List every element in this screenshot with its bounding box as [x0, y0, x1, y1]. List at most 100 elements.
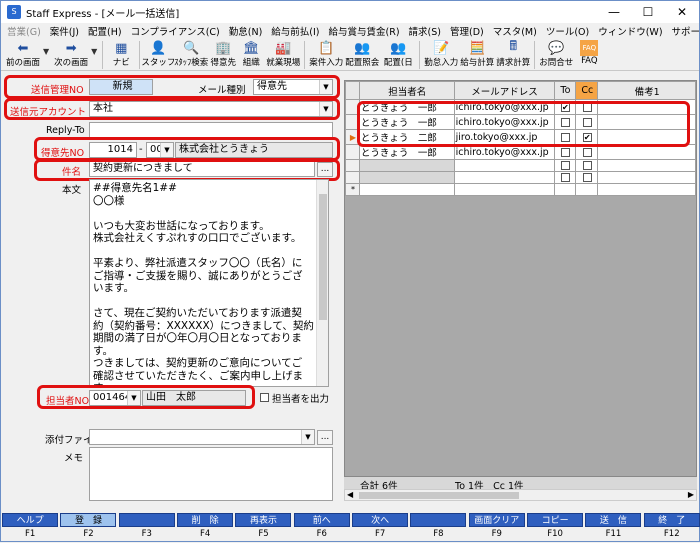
checkbox[interactable]	[582, 161, 592, 170]
row-indicator[interactable]	[345, 159, 360, 172]
fkey-label: F3	[141, 529, 152, 539]
close-button[interactable]: ✕	[665, 1, 699, 23]
fkey-button-f4[interactable]: 削 除	[177, 513, 234, 527]
toolbar-button[interactable]: 💬 お問合せ	[538, 39, 574, 71]
menu-item[interactable]: 案件(J)	[50, 24, 79, 38]
fkey-button-f6[interactable]: 前へ	[293, 513, 350, 527]
grid-header[interactable]: 備考1	[597, 81, 696, 100]
menu-item[interactable]: 勤怠(N)	[229, 24, 263, 38]
grid-header[interactable]: メールアドレス	[453, 81, 555, 100]
fkey-label: F6	[316, 529, 327, 539]
toolbar-button[interactable]: 👤 スタッフ	[141, 39, 175, 71]
reply-to-input[interactable]	[89, 122, 333, 138]
menu-item[interactable]: ツール(O)	[546, 24, 589, 38]
grid-hscrollbar[interactable]: ◀ ▶	[344, 489, 697, 501]
attach-browse-button[interactable]: ...	[317, 430, 333, 445]
grid-header[interactable]: 担当者名	[358, 81, 455, 100]
body-textarea[interactable]: ##得意先名1## 〇〇様 いつも大変お世話になっております。 株式会社えくすぷれす…	[89, 179, 329, 387]
fkey-button-f2[interactable]: 登 録	[60, 513, 117, 527]
checkbox[interactable]	[560, 173, 570, 182]
toolbar-button[interactable]: 🔍 ｽﾀｯﾌ検索	[173, 39, 209, 71]
chevron-down-icon[interactable]: ▼	[43, 47, 49, 56]
row-indicator[interactable]	[345, 144, 360, 160]
menu-item[interactable]: ウィンドウ(W)	[598, 24, 662, 38]
menu-item[interactable]: コンプライアンス(C)	[131, 24, 220, 38]
toolbar-button[interactable]: 👥 配置(日	[380, 39, 416, 71]
toolbar-button[interactable]: ⬅ 前の画面	[3, 39, 43, 71]
toolbar-button[interactable]: 🏢 得意先	[209, 39, 237, 71]
toolbar-button[interactable]: 👥 配置照会	[344, 39, 380, 71]
checkbox[interactable]	[582, 147, 592, 157]
toolbar-button[interactable]: 📝 勤怠入力	[423, 39, 459, 71]
fkey-button-f1[interactable]: ヘルプ	[2, 513, 59, 527]
fkey-button-f7[interactable]: 次へ	[352, 513, 409, 527]
fkey-button-f3[interactable]	[118, 513, 175, 527]
checkbox-cell[interactable]	[575, 171, 599, 184]
menu-item[interactable]: マスタ(M)	[493, 24, 537, 38]
chevron-down-icon[interactable]: ▼	[91, 47, 97, 56]
remarks-cell[interactable]	[597, 171, 696, 184]
attach-select[interactable]: ▼	[89, 429, 315, 445]
faq-icon: FAQ	[580, 40, 599, 56]
toolbar-button[interactable]: 🏭 就業現場	[265, 39, 301, 71]
toolbar-button[interactable]: 📋 案件入力	[308, 39, 344, 71]
toolbar-separator	[304, 41, 306, 69]
table-row[interactable]	[345, 159, 696, 172]
menu-item[interactable]: 営業(G)	[7, 24, 41, 38]
menu-item[interactable]: サポート(H)	[672, 24, 700, 38]
checkbox-cell[interactable]	[575, 159, 599, 172]
empty-cell[interactable]	[453, 183, 555, 196]
staff-output-checkbox[interactable]	[260, 393, 269, 402]
fkey-button-f10[interactable]: コピー	[527, 513, 584, 527]
toolbar-button[interactable]: 🖩 請求計算	[495, 39, 531, 71]
body-scrollbar[interactable]	[316, 180, 328, 386]
grid-header[interactable]: To	[553, 81, 577, 100]
toolbar-button[interactable]: 🧮 給与計算	[459, 39, 495, 71]
table-row[interactable]	[345, 171, 696, 184]
function-key: 再表示 F5	[234, 513, 292, 543]
recipient-name-cell[interactable]	[358, 171, 455, 184]
checkbox[interactable]	[560, 147, 570, 157]
minimize-button[interactable]: —	[597, 1, 631, 23]
toolbar-label: 前の画面	[5, 58, 40, 68]
checkbox[interactable]	[560, 161, 570, 170]
menu-item[interactable]: 請求(S)	[409, 24, 441, 38]
fkey-button-f5[interactable]: 再表示	[235, 513, 292, 527]
toolbar-button[interactable]: FAQ FAQ	[574, 39, 604, 71]
empty-cell[interactable]	[553, 183, 577, 196]
memo-textarea[interactable]	[89, 447, 333, 501]
fkey-button-f9[interactable]: 画面クリア	[468, 513, 525, 527]
fkey-label: F12	[663, 529, 680, 539]
hscroll-thumb[interactable]	[359, 492, 519, 499]
grid-header[interactable]: Cc	[575, 81, 599, 100]
toolbar-button[interactable]: 🏛 組織	[237, 39, 265, 71]
maximize-button[interactable]: ☐	[631, 1, 665, 23]
new-row[interactable]: *	[345, 183, 696, 196]
menu-item[interactable]: 給与賞与賃金(R)	[329, 24, 400, 38]
menu-item[interactable]: 管理(D)	[450, 24, 484, 38]
recipient-email-cell[interactable]	[453, 159, 555, 172]
checkbox-cell[interactable]	[553, 159, 577, 172]
scroll-right-icon[interactable]: ▶	[688, 490, 694, 499]
empty-cell[interactable]	[575, 183, 599, 196]
empty-cell[interactable]	[597, 183, 696, 196]
recipient-name-cell[interactable]	[358, 159, 455, 172]
body-line: す。	[93, 344, 113, 357]
menu-item[interactable]: 給与前払(I)	[271, 24, 319, 38]
row-indicator[interactable]	[345, 171, 360, 184]
scroll-left-icon[interactable]: ◀	[347, 490, 353, 499]
remarks-cell[interactable]	[597, 159, 696, 172]
checkbox[interactable]	[582, 173, 592, 182]
menu-item[interactable]: 配置(H)	[88, 24, 122, 38]
recipient-email-cell[interactable]	[453, 171, 555, 184]
main-window: S Staff Express - [メール一括送信] — ☐ ✕ 営業(G) 案…	[0, 0, 700, 542]
toolbar-button[interactable]: ▦ ナビ	[106, 39, 136, 71]
toolbar-button[interactable]: ➡ 次の画面	[51, 39, 91, 71]
fkey-button-f11[interactable]: 送 信	[585, 513, 642, 527]
fkey-button-f12[interactable]: 終 了	[643, 513, 700, 527]
fkey-button-f8[interactable]	[410, 513, 467, 527]
grid-corner	[345, 81, 360, 100]
checkbox-cell[interactable]	[553, 171, 577, 184]
toolbar-label: 配置(日	[383, 58, 413, 68]
empty-cell[interactable]	[358, 183, 455, 196]
